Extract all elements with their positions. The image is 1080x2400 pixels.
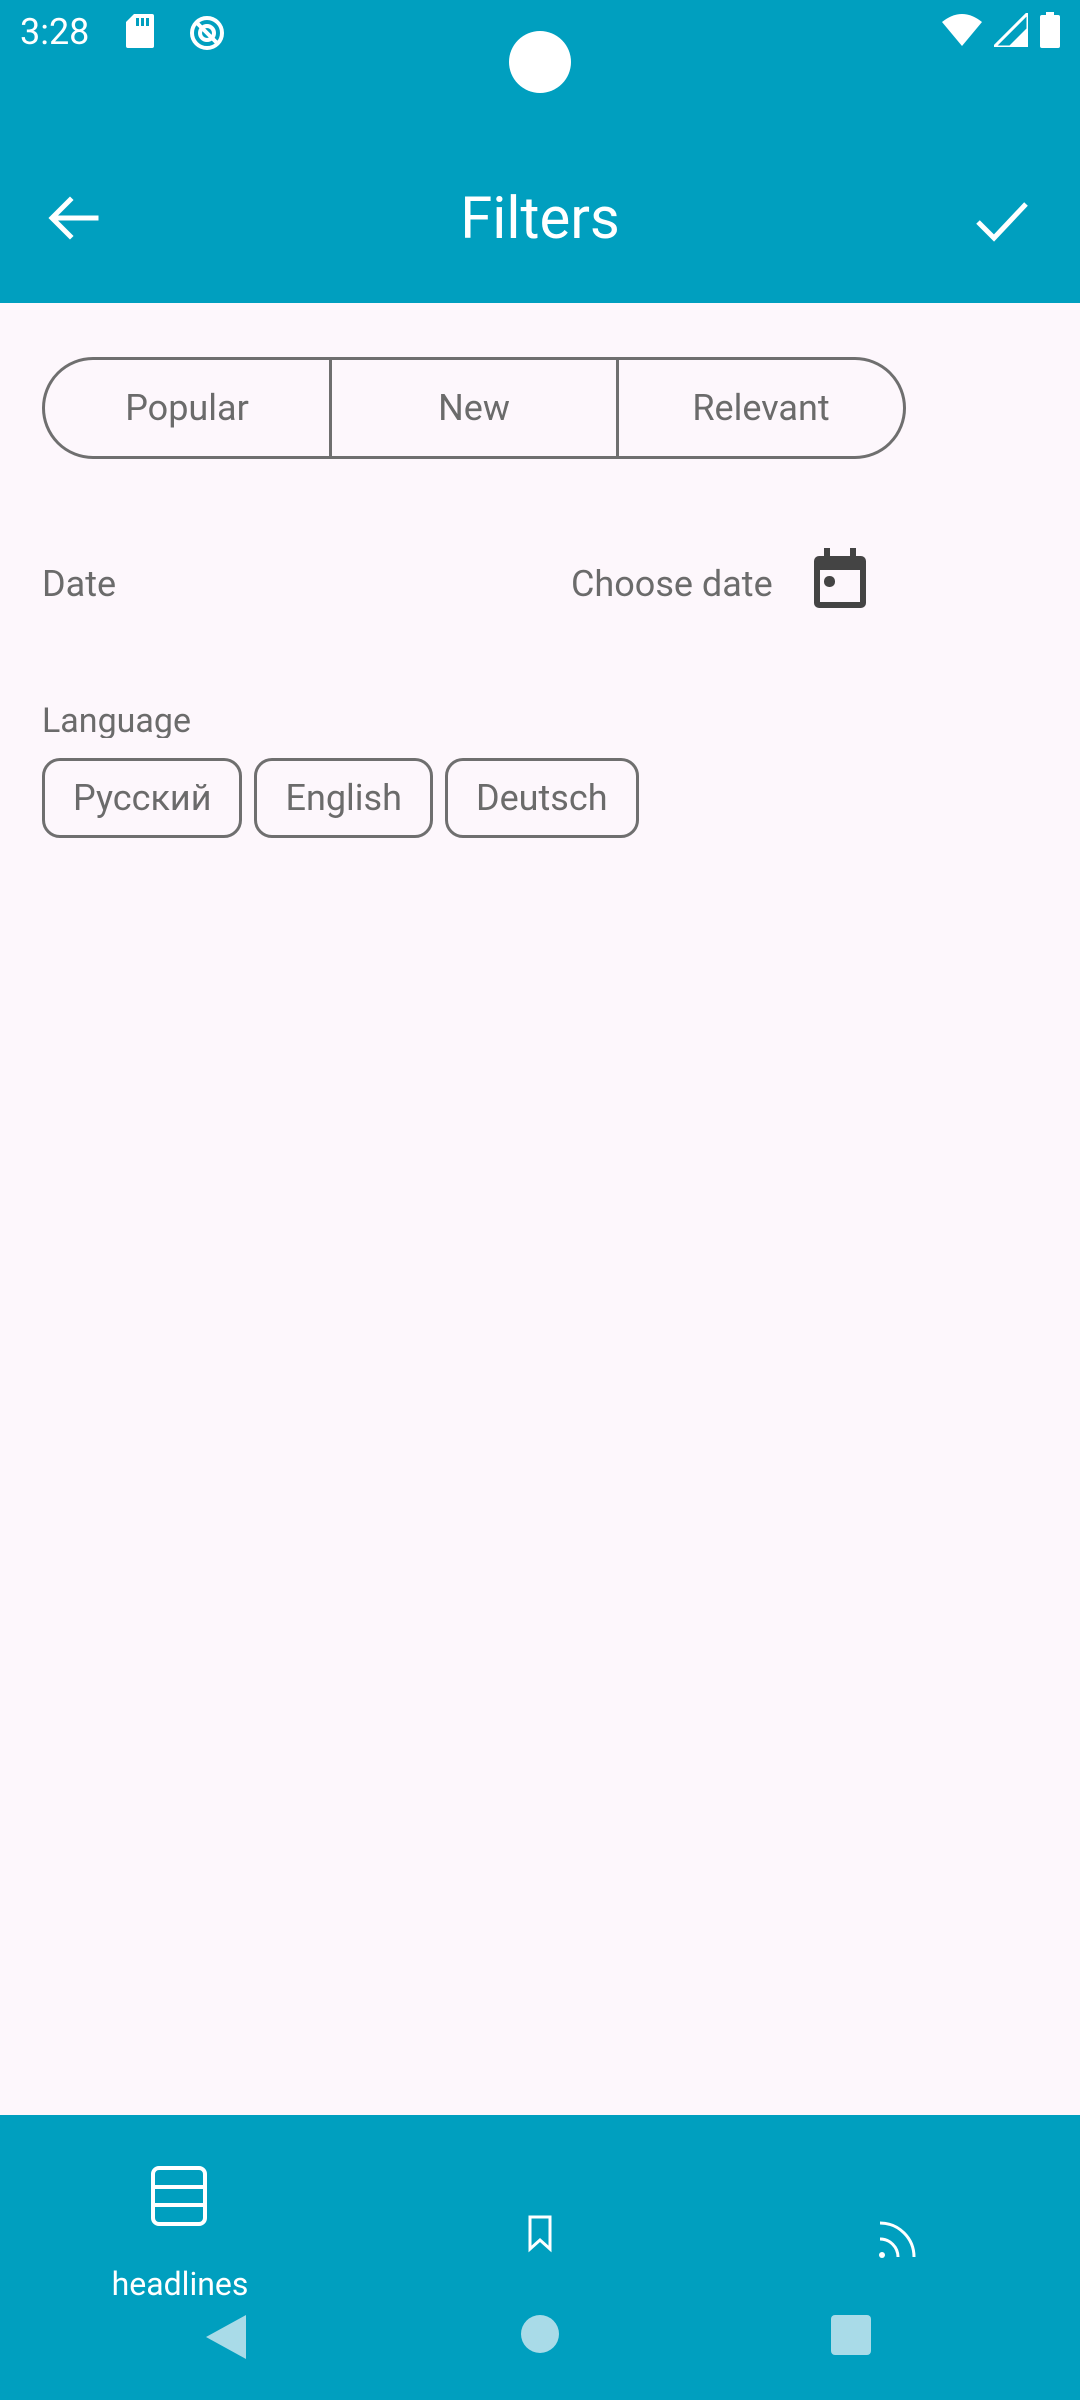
segment-new[interactable]: New	[329, 360, 616, 456]
status-time: 3:28	[20, 11, 90, 53]
system-back-icon[interactable]	[204, 2313, 248, 2361]
date-label: Date	[42, 563, 117, 605]
system-recents-icon[interactable]	[831, 2315, 871, 2355]
wifi-icon	[942, 14, 982, 46]
segment-relevant[interactable]: Relevant	[616, 360, 903, 456]
chip-english[interactable]: English	[254, 758, 433, 838]
system-navigation	[0, 2295, 1080, 2375]
system-home-icon[interactable]	[521, 2315, 559, 2353]
status-bar: 3:28	[0, 0, 1080, 110]
signal-icon	[994, 13, 1028, 47]
chip-deutsch[interactable]: Deutsch	[444, 758, 639, 838]
rss-icon[interactable]	[874, 2211, 926, 2263]
headlines-icon	[151, 2166, 207, 2226]
sync-icon	[190, 16, 224, 50]
language-chips: Русский English Deutsch	[42, 758, 639, 838]
sd-card-icon	[126, 14, 154, 48]
segment-popular[interactable]: Popular	[45, 360, 329, 456]
bookmark-icon[interactable]	[520, 2213, 560, 2253]
battery-icon	[1040, 12, 1060, 48]
camera-cutout	[509, 31, 571, 93]
chip-russian[interactable]: Русский	[42, 758, 243, 838]
app-bar: Filters	[0, 110, 1080, 303]
page-title: Filters	[460, 185, 620, 253]
check-icon[interactable]	[972, 190, 1032, 250]
choose-date-button[interactable]: Choose date	[571, 560, 773, 608]
language-label: Language	[42, 701, 192, 738]
calendar-icon[interactable]	[812, 548, 868, 610]
sort-segmented-control: Popular New Relevant	[42, 357, 906, 459]
nav-headlines[interactable]: headlines	[100, 2165, 260, 2305]
